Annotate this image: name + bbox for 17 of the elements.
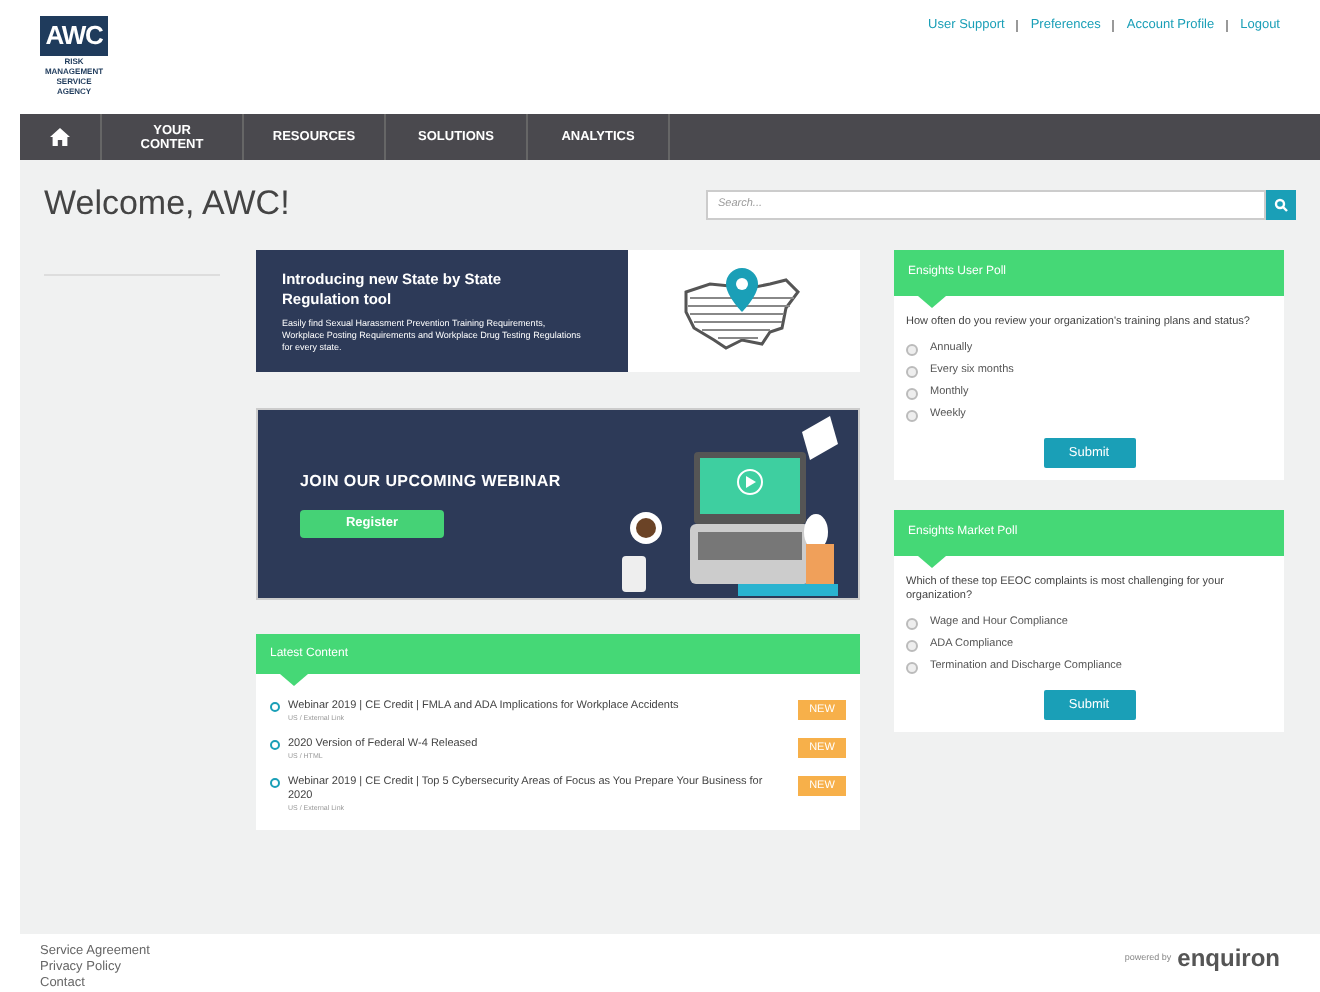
search-button[interactable]: [1266, 189, 1296, 219]
bullet-icon: [270, 740, 280, 750]
radio-button[interactable]: [906, 409, 918, 421]
enquiron-logo: enquiron: [1177, 944, 1280, 972]
radio-button[interactable]: [906, 387, 918, 399]
radio-button[interactable]: [906, 343, 918, 355]
radio-button[interactable]: [906, 617, 918, 629]
radio-button[interactable]: [906, 365, 918, 377]
radio-button[interactable]: [906, 639, 918, 651]
bullet-icon: [270, 702, 280, 712]
logo-text: AWC: [40, 16, 108, 56]
home-icon: [50, 128, 70, 146]
welcome-heading: Welcome, AWC!: [44, 184, 290, 224]
search-icon: [1274, 197, 1288, 211]
banner-title: JOIN OUR UPCOMING WEBINAR: [300, 470, 561, 494]
radio-button[interactable]: [906, 661, 918, 673]
bullet-icon: [270, 778, 280, 788]
